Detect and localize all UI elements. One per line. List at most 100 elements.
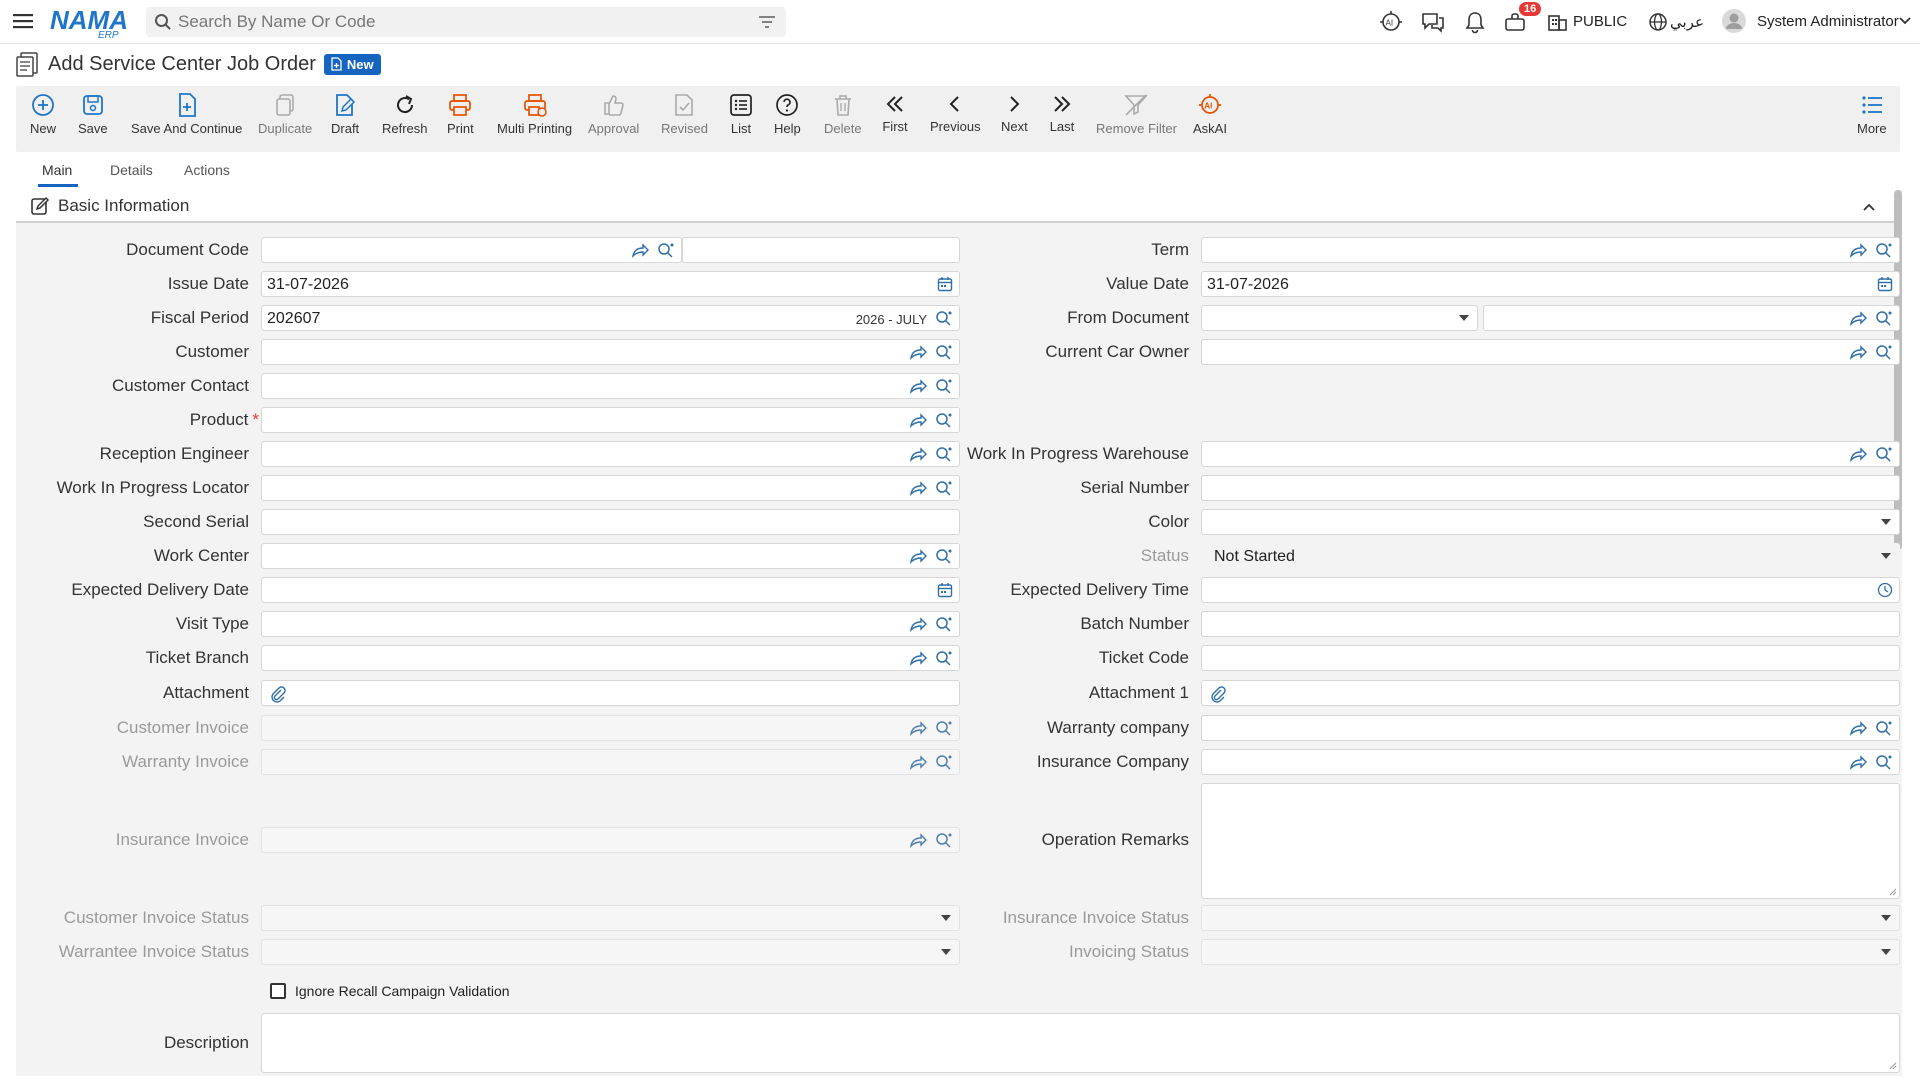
description-textarea[interactable]	[261, 1013, 1900, 1073]
lookup-search-icon[interactable]	[935, 754, 953, 770]
collapse-chevron-up-icon[interactable]	[1862, 200, 1876, 214]
warrantee-invoice-status-select[interactable]	[261, 939, 960, 965]
lookup-search-icon[interactable]	[1875, 446, 1893, 462]
operation-remarks-textarea[interactable]	[1201, 783, 1900, 899]
paperclip-icon[interactable]	[1210, 685, 1226, 703]
open-link-icon[interactable]	[909, 548, 927, 564]
open-link-icon[interactable]	[909, 412, 927, 428]
draft-button[interactable]: Draft	[331, 92, 359, 136]
ignore-recall-label[interactable]: Ignore Recall Campaign Validation	[295, 983, 510, 999]
lookup-search-icon[interactable]	[657, 242, 675, 258]
customer-invoice-status-select[interactable]	[261, 905, 960, 931]
delete-button[interactable]: Delete	[824, 92, 862, 136]
notification-bell-icon[interactable]	[1462, 10, 1488, 34]
calendar-icon[interactable]	[937, 276, 953, 292]
wip-locator-field[interactable]	[261, 475, 960, 501]
list-button[interactable]: List	[728, 92, 754, 136]
insurance-company-field[interactable]	[1201, 749, 1900, 775]
open-link-icon[interactable]	[909, 720, 927, 736]
open-link-icon[interactable]	[909, 616, 927, 632]
lookup-search-icon[interactable]	[935, 378, 953, 394]
next-button[interactable]: Next	[1001, 92, 1028, 134]
open-link-icon[interactable]	[1849, 242, 1867, 258]
serial-number-field[interactable]	[1201, 475, 1900, 501]
visit-type-field[interactable]	[261, 611, 960, 637]
lookup-search-icon[interactable]	[935, 310, 953, 326]
lookup-search-icon[interactable]	[1875, 242, 1893, 258]
last-button[interactable]: Last	[1049, 92, 1075, 134]
color-select[interactable]	[1201, 509, 1900, 535]
attachment-field[interactable]	[261, 680, 960, 706]
open-link-icon[interactable]	[909, 754, 927, 770]
batch-number-field[interactable]	[1201, 611, 1900, 637]
calendar-icon[interactable]	[1877, 276, 1893, 292]
issue-date-field[interactable]: 31-07-2026	[261, 271, 960, 297]
lookup-search-icon[interactable]	[935, 480, 953, 496]
open-link-icon[interactable]	[909, 344, 927, 360]
help-button[interactable]: Help	[774, 92, 801, 136]
section-header[interactable]: Basic Information	[16, 190, 1896, 223]
ask-ai-button[interactable]: AI AskAI	[1193, 92, 1227, 136]
document-code-name-field[interactable]	[682, 237, 960, 263]
language-switch[interactable]: عربي	[1670, 13, 1704, 31]
open-link-icon[interactable]	[909, 480, 927, 496]
customer-invoice-field[interactable]	[261, 715, 960, 741]
tab-main[interactable]: Main	[42, 162, 72, 178]
warranty-company-field[interactable]	[1201, 715, 1900, 741]
product-field[interactable]	[261, 407, 960, 433]
wip-warehouse-field[interactable]	[1201, 441, 1900, 467]
expected-delivery-date-field[interactable]	[261, 577, 960, 603]
open-link-icon[interactable]	[631, 242, 649, 258]
insurance-invoice-status-select[interactable]	[1201, 905, 1900, 931]
menu-icon[interactable]	[12, 11, 38, 33]
ai-assistant-icon[interactable]: AI	[1378, 10, 1404, 34]
lookup-search-icon[interactable]	[1875, 344, 1893, 360]
lookup-search-icon[interactable]	[935, 344, 953, 360]
open-link-icon[interactable]	[909, 378, 927, 394]
document-code-field[interactable]	[261, 237, 682, 263]
lookup-search-icon[interactable]	[1875, 310, 1893, 326]
reception-engineer-field[interactable]	[261, 441, 960, 467]
customer-contact-field[interactable]	[261, 373, 960, 399]
from-document-field[interactable]	[1483, 305, 1900, 331]
filter-icon[interactable]	[758, 14, 776, 30]
first-button[interactable]: First	[882, 92, 908, 134]
expected-delivery-time-field[interactable]	[1201, 577, 1900, 603]
multi-printing-button[interactable]: Multi Printing	[497, 92, 572, 136]
tab-actions[interactable]: Actions	[184, 162, 230, 178]
resize-handle-icon[interactable]	[1889, 888, 1897, 896]
new-button[interactable]: New	[30, 92, 56, 136]
current-car-owner-field[interactable]	[1201, 339, 1900, 365]
paperclip-icon[interactable]	[270, 685, 286, 703]
global-search[interactable]	[146, 7, 786, 37]
caret-down-icon[interactable]	[941, 949, 951, 955]
term-field[interactable]	[1201, 237, 1900, 263]
caret-down-icon[interactable]	[1881, 553, 1891, 559]
user-name[interactable]: System Administrator	[1757, 13, 1899, 30]
invoicing-status-select[interactable]	[1201, 939, 1900, 965]
open-link-icon[interactable]	[1849, 754, 1867, 770]
attachment-1-field[interactable]	[1201, 680, 1900, 706]
remove-filter-button[interactable]: Remove Filter	[1096, 92, 1177, 136]
chat-icon[interactable]	[1420, 10, 1446, 34]
second-serial-field[interactable]	[261, 509, 960, 535]
tab-details[interactable]: Details	[110, 162, 153, 178]
open-link-icon[interactable]	[1849, 720, 1867, 736]
open-link-icon[interactable]	[909, 832, 927, 848]
caret-down-icon[interactable]	[1459, 315, 1469, 321]
search-input[interactable]	[178, 10, 738, 34]
lookup-search-icon[interactable]	[1875, 754, 1893, 770]
from-document-type-select[interactable]	[1201, 305, 1478, 331]
lookup-search-icon[interactable]	[935, 650, 953, 666]
user-avatar-icon[interactable]	[1721, 8, 1747, 33]
duplicate-button[interactable]: Duplicate	[258, 92, 312, 136]
revised-button[interactable]: Revised	[661, 92, 708, 136]
customer-field[interactable]	[261, 339, 960, 365]
company-icon[interactable]	[1546, 10, 1572, 34]
clock-icon[interactable]	[1877, 582, 1893, 598]
lookup-search-icon[interactable]	[1875, 720, 1893, 736]
open-link-icon[interactable]	[1849, 344, 1867, 360]
lookup-search-icon[interactable]	[935, 720, 953, 736]
more-button[interactable]: More	[1857, 92, 1887, 136]
save-and-continue-button[interactable]: Save And Continue	[131, 92, 242, 136]
